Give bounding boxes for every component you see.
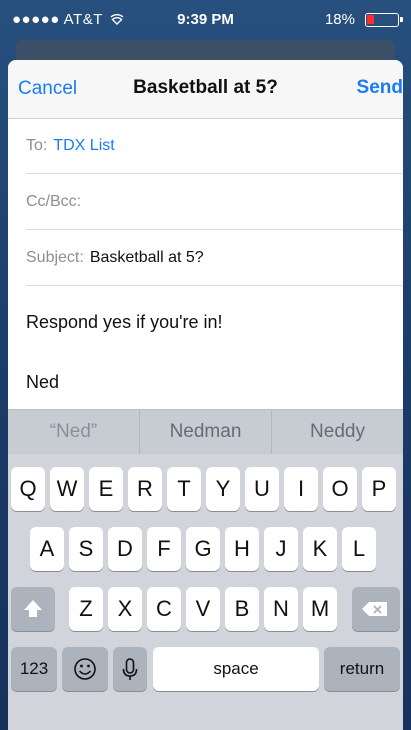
key-s[interactable]: S <box>69 527 103 571</box>
key-q[interactable]: Q <box>11 467 45 511</box>
return-key[interactable]: return <box>324 647 400 691</box>
key-n[interactable]: N <box>264 587 298 631</box>
message-body-line-1[interactable]: Respond yes if you're in! <box>26 312 396 333</box>
key-o[interactable]: O <box>323 467 357 511</box>
key-t[interactable]: T <box>167 467 201 511</box>
key-h[interactable]: H <box>225 527 259 571</box>
to-label: To: <box>26 137 48 154</box>
key-v[interactable]: V <box>186 587 220 631</box>
key-e[interactable]: E <box>89 467 123 511</box>
subject-label: Subject: <box>26 249 84 266</box>
delete-key[interactable] <box>352 587 400 631</box>
battery-icon <box>365 13 403 27</box>
numbers-key[interactable]: 123 <box>11 647 57 691</box>
subject-field[interactable]: Subject: Basketball at 5? <box>26 230 403 286</box>
shift-icon <box>24 600 42 617</box>
status-bar: ●●●●● AT&T 9:39 PM 18% <box>0 0 411 40</box>
emoji-icon <box>74 658 96 680</box>
keyboard: Q W E R T Y U I O P A S D F G H J K L Z … <box>8 454 403 730</box>
prediction-1[interactable]: “Ned” <box>8 410 140 454</box>
key-p[interactable]: P <box>362 467 396 511</box>
key-a[interactable]: A <box>30 527 64 571</box>
key-y[interactable]: Y <box>206 467 240 511</box>
predictive-bar: “Ned” Nedman Neddy <box>8 409 403 454</box>
key-k[interactable]: K <box>303 527 337 571</box>
delete-icon <box>362 602 387 616</box>
ccbcc-field[interactable]: Cc/Bcc: <box>26 174 403 230</box>
key-x[interactable]: X <box>108 587 142 631</box>
emoji-key[interactable] <box>62 647 108 691</box>
ccbcc-label: Cc/Bcc: <box>26 193 82 210</box>
microphone-icon <box>122 658 138 680</box>
key-u[interactable]: U <box>245 467 279 511</box>
prediction-2[interactable]: Nedman <box>140 410 272 454</box>
key-w[interactable]: W <box>50 467 84 511</box>
space-key[interactable]: space <box>153 647 319 691</box>
key-i[interactable]: I <box>284 467 318 511</box>
compose-sheet: Cancel Basketball at 5? Send To: TDX List… <box>8 60 403 730</box>
key-m[interactable]: M <box>303 587 337 631</box>
to-recipient[interactable]: TDX List <box>53 137 114 154</box>
key-r[interactable]: R <box>128 467 162 511</box>
to-field[interactable]: To: TDX List <box>26 118 403 174</box>
subject-value[interactable]: Basketball at 5? <box>90 249 204 266</box>
key-l[interactable]: L <box>342 527 376 571</box>
dictation-key[interactable] <box>113 647 147 691</box>
key-b[interactable]: B <box>225 587 259 631</box>
key-j[interactable]: J <box>264 527 298 571</box>
battery-percent: 18% <box>324 11 355 28</box>
key-f[interactable]: F <box>147 527 181 571</box>
compose-nav-bar: Cancel Basketball at 5? Send <box>8 60 403 119</box>
send-button[interactable]: Send <box>357 77 403 99</box>
compose-title: Basketball at 5? <box>133 77 278 98</box>
key-g[interactable]: G <box>186 527 220 571</box>
shift-key[interactable] <box>11 587 55 631</box>
key-d[interactable]: D <box>108 527 142 571</box>
key-c[interactable]: C <box>147 587 181 631</box>
prediction-3[interactable]: Neddy <box>272 410 403 454</box>
message-body-line-2[interactable]: Ned <box>26 372 396 393</box>
key-z[interactable]: Z <box>69 587 103 631</box>
